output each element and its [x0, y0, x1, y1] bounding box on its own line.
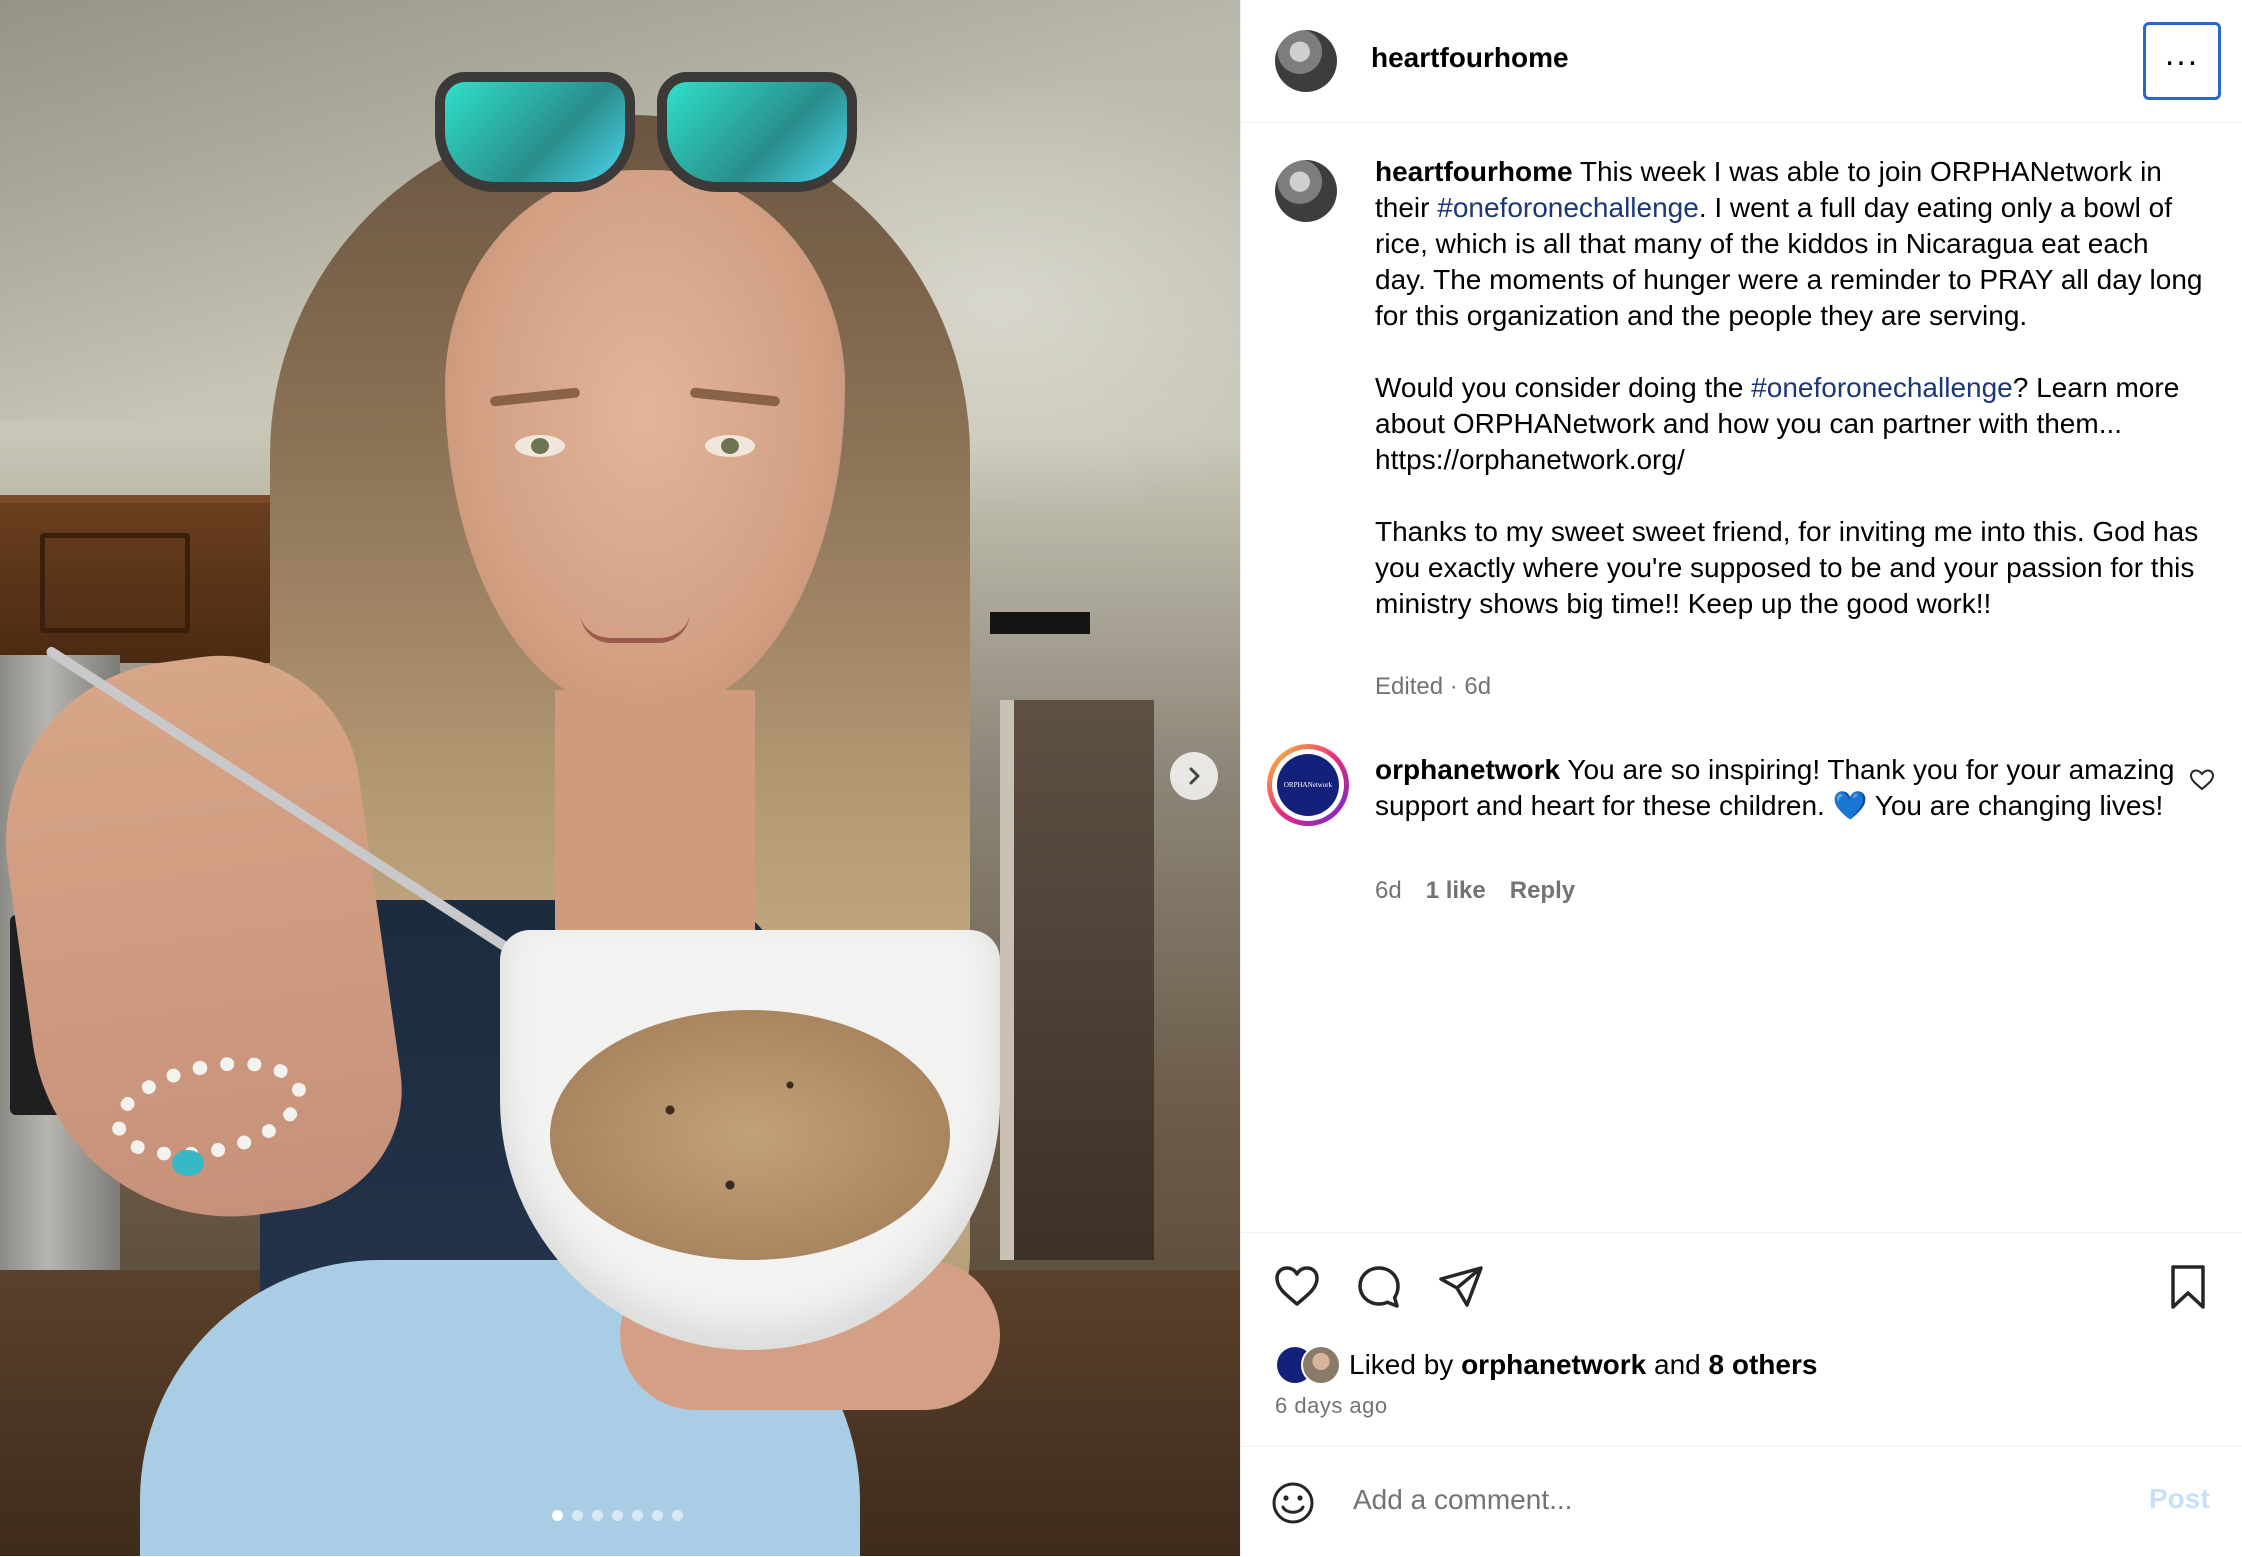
carousel-dot — [572, 1510, 583, 1521]
others-link[interactable]: 8 others — [1709, 1349, 1818, 1381]
carousel-dot — [592, 1510, 603, 1521]
photo-bead — [172, 1150, 204, 1176]
likes-and: and — [1654, 1349, 1701, 1380]
post-photo — [0, 0, 1240, 1556]
post-side-panel: heartfourhome ... heartfourhome This wee… — [1240, 0, 2242, 1556]
more-icon: ... — [2164, 35, 2200, 73]
author-avatar[interactable] — [1275, 30, 1337, 92]
commenter-avatar[interactable]: ORPHANetwork — [1267, 744, 1349, 826]
post-timestamp[interactable]: 6 days ago — [1275, 1393, 1388, 1419]
comment-age[interactable]: 6d — [1375, 877, 1402, 905]
carousel-dot — [552, 1510, 563, 1521]
photo-sunglasses — [435, 72, 857, 192]
liker-username[interactable]: orphanetwork — [1461, 1349, 1646, 1381]
commenter-logo: ORPHANetwork — [1277, 754, 1339, 816]
photo-eye-left — [515, 435, 565, 457]
caption-text-3: Thanks to my sweet sweet friend, for inv… — [1375, 516, 2199, 619]
caption-username[interactable]: heartfourhome — [1375, 156, 1573, 187]
comment-meta: 6d 1 like Reply — [1375, 877, 1575, 905]
photo-doorway — [1000, 700, 1154, 1260]
post-actions: Liked by orphanetwork and 8 others 6 day… — [1241, 1232, 2242, 1443]
likes-prefix: Liked by — [1349, 1349, 1454, 1380]
caption-text-2: Would you consider doing the — [1375, 372, 1752, 403]
photo-window — [990, 612, 1090, 634]
comment-icon[interactable] — [1355, 1263, 1403, 1311]
add-comment-bar: Post — [1241, 1446, 2242, 1557]
author-username[interactable]: heartfourhome — [1371, 42, 1569, 74]
bookmark-icon[interactable] — [2167, 1263, 2209, 1311]
chevron-right-icon — [1189, 767, 1200, 785]
hashtag-link[interactable]: #oneforonechallenge — [1437, 192, 1699, 223]
carousel-dot — [652, 1510, 663, 1521]
share-icon[interactable] — [1437, 1263, 1485, 1311]
comment-input[interactable] — [1351, 1477, 2075, 1523]
liker-avatar-2 — [1301, 1345, 1341, 1385]
post-header: heartfourhome ... — [1241, 0, 2242, 123]
photo-rice — [550, 1010, 950, 1260]
post-comment-button[interactable]: Post — [2149, 1483, 2210, 1515]
carousel-dot — [672, 1510, 683, 1521]
carousel-dot — [632, 1510, 643, 1521]
comment-likes[interactable]: 1 like — [1426, 877, 1486, 905]
comment-body: orphanetwork You are so inspiring! Thank… — [1375, 752, 2175, 824]
photo-mouth — [580, 612, 690, 643]
heart-icon[interactable] — [1273, 1263, 1321, 1309]
small-heart-icon[interactable] — [2189, 768, 2215, 792]
emoji-icon[interactable] — [1271, 1481, 1315, 1525]
caption-author-avatar[interactable] — [1275, 160, 1337, 222]
more-options-button[interactable]: ... — [2143, 22, 2221, 100]
commenter-username[interactable]: orphanetwork — [1375, 754, 1560, 785]
next-photo-button[interactable] — [1170, 752, 1218, 800]
likes-summary: Liked by orphanetwork and 8 others — [1275, 1345, 1817, 1385]
photo-eye-right — [705, 435, 755, 457]
carousel-dots — [552, 1510, 683, 1521]
liker-avatars — [1275, 1345, 1341, 1385]
photo-person-neck — [555, 690, 755, 930]
hashtag-link-2[interactable]: #oneforonechallenge — [1751, 372, 2013, 403]
post-caption: heartfourhome This week I was able to jo… — [1375, 154, 2207, 658]
caption-edited-time: Edited · 6d — [1375, 673, 1492, 700]
reply-button[interactable]: Reply — [1510, 877, 1575, 905]
carousel-dot — [612, 1510, 623, 1521]
